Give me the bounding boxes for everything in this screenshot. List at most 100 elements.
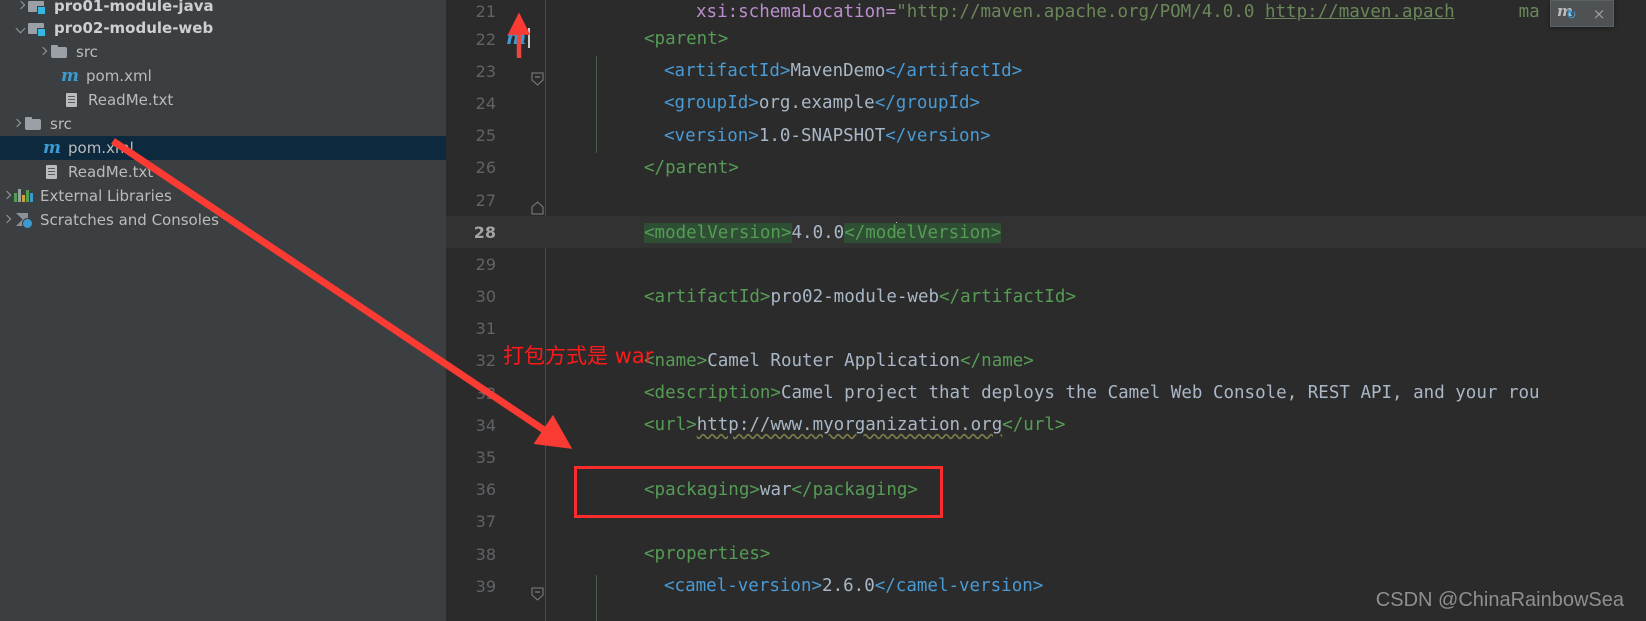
chevron-right-icon[interactable]	[36, 45, 50, 59]
line-number: 23	[475, 61, 496, 81]
text-file-icon	[62, 92, 82, 108]
code-token-close: </artifactId>	[885, 61, 1023, 82]
code-line-30[interactable]: 30 <artifactId>pro02-module-web</artifac…	[446, 281, 1646, 313]
code-line-23[interactable]: 23 <artifactId>MavenDemo</artifactId>	[446, 55, 1646, 87]
gutter-area	[504, 87, 598, 119]
code-token-open: <groupId>	[664, 93, 759, 114]
code-content: <name>Camel Router Application</name>	[598, 351, 1646, 371]
line-number: 24	[475, 93, 496, 113]
tree-item-label: ReadMe.txt	[88, 91, 174, 109]
gutter-area	[504, 538, 598, 601]
annotation-text: 打包方式是 war	[503, 344, 654, 368]
code-token-tag: </parent>	[644, 157, 739, 178]
code-line-26[interactable]: 26 </parent>	[446, 152, 1646, 215]
code-token-open: <version>	[664, 125, 759, 146]
maven-reload-popup[interactable]: m ↻ ×	[1550, 0, 1614, 27]
code-content: <url>http://www.myorganization.org</url>	[598, 415, 1646, 435]
code-content: <modelVersion>4.0.0</modelVersion>	[598, 221, 1646, 243]
gutter-area	[504, 248, 598, 280]
code-content: <properties>	[598, 544, 1646, 564]
chevron-right-icon[interactable]	[10, 117, 24, 131]
chevron-right-icon[interactable]	[14, 0, 28, 13]
code-token-close: </groupId>	[874, 93, 981, 114]
tree-item-label: pom.xml	[86, 67, 152, 85]
maven-file-icon: m	[43, 138, 61, 158]
line-number: 35	[475, 448, 496, 468]
code-token-open: <url>	[644, 415, 697, 436]
tree-item-src-root[interactable]: src	[0, 112, 446, 136]
code-line-27[interactable]: 27	[446, 184, 1646, 216]
code-token-open: <artifactId>	[644, 286, 771, 307]
fold-collapse-icon[interactable]	[530, 32, 545, 86]
code-token-url2[interactable]: http://maven.apach	[1265, 2, 1455, 22]
tree-item-label: src	[76, 43, 98, 61]
code-token-close: </camel-version>	[874, 576, 1044, 597]
tree-item-scratches-and-consoles[interactable]: Scratches and Consoles	[0, 208, 446, 232]
code-token-open: <artifactId>	[664, 61, 791, 82]
line-number: 36	[475, 480, 496, 500]
module-folder-icon	[28, 0, 48, 15]
code-token-value: Camel project that deploys the Camel Web…	[780, 383, 1540, 404]
fold-collapse-icon[interactable]	[530, 547, 545, 601]
tree-item-pom-xml-root[interactable]: m pom.xml	[0, 136, 446, 160]
code-content: <artifactId>MavenDemo</artifactId>	[598, 61, 1646, 81]
folder-icon	[24, 116, 44, 132]
code-content: <parent>	[598, 29, 1646, 49]
maven-reload-icon[interactable]: m ↻	[1551, 0, 1585, 27]
code-editor[interactable]: 21 xsi:schemaLocation="http://maven.apac…	[446, 0, 1646, 621]
tree-item-readme-txt-web[interactable]: ReadMe.txt	[0, 88, 446, 112]
fold-end-icon[interactable]	[530, 161, 545, 215]
watermark-text: CSDN @ChinaRainbowSea	[1375, 589, 1624, 611]
line-number: 31	[475, 319, 496, 339]
code-token-url1: http://maven.apache.org/POM/4.0.0	[906, 1, 1255, 22]
code-line-22[interactable]: 22 m <parent>	[446, 23, 1646, 86]
code-line-21[interactable]: 21 xsi:schemaLocation="http://maven.apac…	[446, 0, 1646, 23]
code-token-tail: ma	[1518, 1, 1540, 22]
line-number: 27	[475, 190, 496, 210]
tree-item-pom-xml-web[interactable]: m pom.xml	[0, 64, 446, 88]
tree-item-label: pro01-module-java	[54, 0, 214, 15]
code-token-tag: <parent>	[644, 29, 729, 50]
gutter-area	[504, 377, 598, 409]
chevron-right-icon[interactable]	[0, 189, 14, 203]
line-number: 29	[475, 254, 496, 274]
code-token-close: </artifactId>	[939, 286, 1076, 307]
code-line-28[interactable]: 28 <modelVersion>4.0.0</modelVersion>	[446, 216, 1646, 249]
code-token-value: 2.6.0	[822, 576, 875, 597]
tree-item-external-libraries[interactable]: External Libraries	[0, 184, 446, 208]
code-line-34[interactable]: 34 <url>http://www.myorganization.org</u…	[446, 409, 1646, 441]
code-token-open: <description>	[644, 383, 781, 404]
code-line-29[interactable]: 29	[446, 248, 1646, 280]
libraries-icon	[14, 188, 34, 204]
gutter-area	[504, 120, 598, 152]
code-line-38[interactable]: 38 <properties>	[446, 538, 1646, 601]
tree-item-label: pom.xml	[68, 139, 134, 157]
chevron-right-icon[interactable]	[0, 213, 14, 227]
code-line-33[interactable]: 33 <description>Camel project that deplo…	[446, 377, 1646, 409]
tree-item-src-nested[interactable]: src	[0, 40, 446, 64]
maven-gutter-icon[interactable]: m	[506, 27, 526, 49]
tree-item-label: src	[50, 115, 72, 133]
code-line-25[interactable]: 25 <version>1.0-SNAPSHOT</version>	[446, 120, 1646, 152]
line-number: 38	[475, 544, 496, 564]
close-icon[interactable]: ×	[1585, 0, 1613, 27]
code-token-value: 1.0-SNAPSHOT	[758, 125, 886, 146]
tree-item-label: External Libraries	[40, 187, 172, 205]
tree-item-pro01-module-java[interactable]: pro01-module-java	[0, 0, 446, 16]
gutter-area: m	[504, 23, 598, 86]
code-token-value: org.example	[758, 93, 875, 114]
code-line-24[interactable]: 24 <groupId>org.example</groupId>	[446, 87, 1646, 119]
code-token-value: pro02-module-web	[770, 286, 940, 307]
code-token-close: </name>	[960, 350, 1034, 371]
line-number: 26	[475, 158, 496, 178]
code-content: <groupId>org.example</groupId>	[598, 93, 1646, 113]
code-token-url[interactable]: http://www.myorganization.org	[697, 415, 1003, 435]
code-content: <artifactId>pro02-module-web</artifactId…	[598, 287, 1646, 307]
tree-item-pro02-module-web[interactable]: pro02-module-web	[0, 16, 446, 40]
gutter-area	[504, 184, 598, 216]
code-token-open: <modelVersion>	[644, 222, 792, 243]
gutter-area	[504, 570, 598, 602]
chevron-down-icon[interactable]	[14, 21, 28, 35]
tree-item-readme-txt-root[interactable]: ReadMe.txt	[0, 160, 446, 184]
